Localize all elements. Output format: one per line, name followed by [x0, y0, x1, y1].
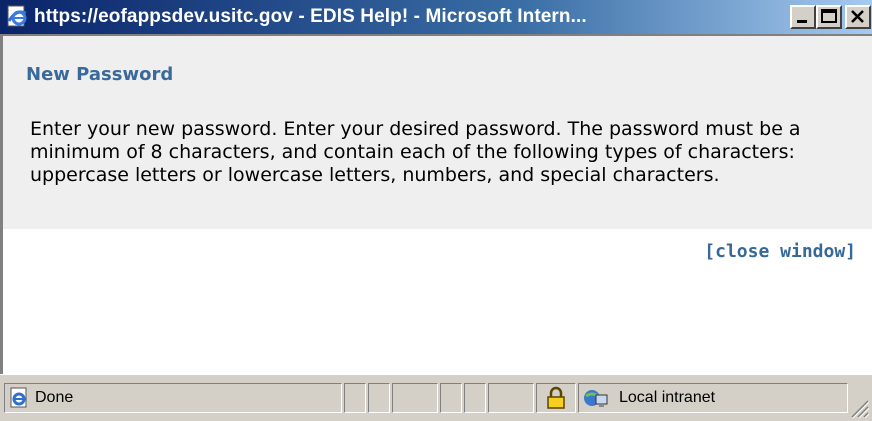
status-pane-empty: [344, 383, 366, 413]
window-title: https://eofappsdev.usitc.gov - EDIS Help…: [34, 6, 587, 27]
status-pane-empty: [440, 383, 462, 413]
page-content: New Password Enter your new password. En…: [0, 34, 872, 374]
status-text: Done: [35, 389, 74, 406]
ie-page-icon: [6, 5, 30, 29]
help-text: Enter your new password. Enter your desi…: [30, 118, 801, 186]
status-pane-empty: [392, 383, 438, 413]
lock-icon: [545, 386, 567, 415]
status-pane-empty: [368, 383, 390, 413]
minimize-button[interactable]: [790, 5, 816, 29]
status-pane-empty: [488, 383, 534, 413]
close-window-link[interactable]: [close window]: [704, 241, 856, 262]
ie-page-icon: [9, 387, 31, 414]
title-bar[interactable]: https://eofappsdev.usitc.gov - EDIS Help…: [0, 0, 872, 34]
status-pane: Done: [4, 383, 342, 413]
maximize-button[interactable]: [816, 5, 842, 29]
browser-window: https://eofappsdev.usitc.gov - EDIS Help…: [0, 0, 872, 421]
status-bar: Done Local intranet: [0, 374, 872, 421]
zone-text: Local intranet: [619, 389, 716, 406]
zone-pane[interactable]: Local intranet: [578, 383, 848, 413]
resize-grip-icon[interactable]: [848, 397, 870, 419]
intranet-icon: [583, 386, 609, 415]
page-heading: New Password: [26, 64, 174, 85]
security-pane[interactable]: [536, 383, 576, 413]
close-button[interactable]: [845, 5, 871, 29]
status-pane-empty: [464, 383, 486, 413]
